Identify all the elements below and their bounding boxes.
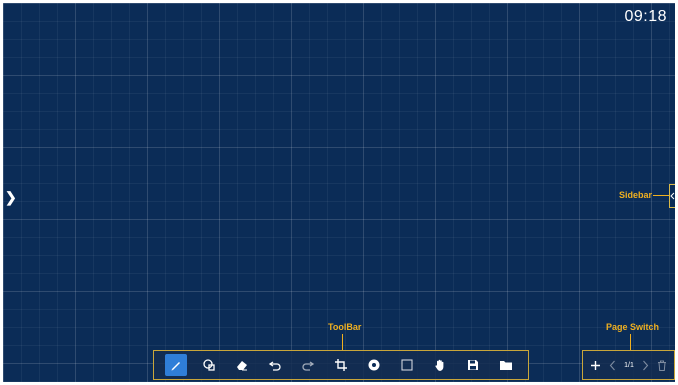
page-switch: 1/1 <box>582 350 675 380</box>
add-page-button[interactable] <box>590 360 601 371</box>
page-switch-callout-label: Page Switch <box>606 322 660 332</box>
color-icon <box>368 359 380 371</box>
color-picker-button[interactable] <box>363 354 385 376</box>
undo-icon <box>269 361 281 371</box>
trash-icon <box>657 360 666 371</box>
page-switch-callout-line <box>630 334 631 350</box>
pen-tool-button[interactable] <box>165 354 188 376</box>
expand-left-panel-icon[interactable]: ❯ <box>5 189 17 206</box>
clock: 09:18 <box>624 8 667 25</box>
sidebar-callout-label: Sidebar <box>619 190 653 200</box>
toolbar-callout-label: ToolBar <box>328 322 362 332</box>
hand-icon <box>435 359 444 371</box>
previous-page-button[interactable] <box>609 360 616 371</box>
select-icon <box>401 359 413 371</box>
folder-icon <box>499 361 512 370</box>
chevron-left-icon <box>670 192 675 200</box>
open-folder-button[interactable] <box>495 354 517 376</box>
crop-icon <box>334 359 347 371</box>
redo-icon <box>302 361 315 371</box>
toolbar-callout-line <box>342 334 343 350</box>
toolbar <box>153 350 529 380</box>
crop-button[interactable] <box>330 354 352 376</box>
chevron-left-icon <box>609 360 615 370</box>
eraser-button[interactable] <box>231 354 253 376</box>
hand-tool-button[interactable] <box>429 354 451 376</box>
page-indicator: 1/1 <box>624 361 634 369</box>
sidebar-toggle[interactable] <box>669 184 675 208</box>
select-button[interactable] <box>396 354 418 376</box>
chevron-right-icon <box>642 360 649 370</box>
eraser-icon <box>237 361 248 371</box>
undo-button[interactable] <box>264 354 286 376</box>
shape-recognition-icon <box>203 359 216 371</box>
save-button[interactable] <box>462 354 484 376</box>
redo-button[interactable] <box>297 354 319 376</box>
pen-icon <box>171 362 181 371</box>
plus-icon <box>591 360 601 370</box>
delete-page-button[interactable] <box>657 360 667 371</box>
next-page-button[interactable] <box>642 360 649 371</box>
whiteboard-canvas[interactable]: 09:18 ❯ Sidebar ToolBar Page Switch <box>3 3 675 382</box>
shape-recognition-button[interactable] <box>198 354 220 376</box>
save-icon <box>467 360 478 370</box>
